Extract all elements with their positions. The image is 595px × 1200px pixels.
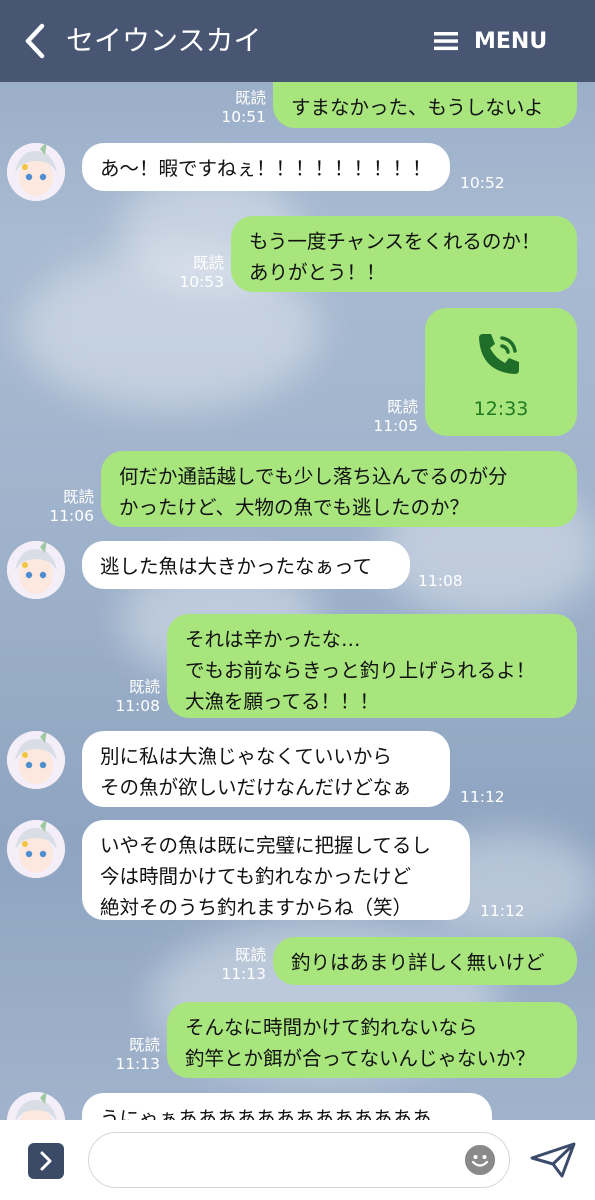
smiley-icon — [465, 1145, 495, 1175]
message-bubble[interactable]: いやその魚は既に完璧に把握してるし 今は時間かけても釣れなかったけど 絶対そのう… — [82, 820, 470, 920]
avatar-icon — [7, 731, 65, 789]
call-duration: 12:33 — [473, 398, 529, 420]
read-receipt: 既読 10:51 — [221, 89, 266, 126]
message-bubble[interactable]: そんなに時間かけて釣れないなら 釣竿とか餌が合ってないんじゃないか？ — [167, 1002, 577, 1078]
menu-button[interactable]: MENU — [432, 22, 572, 60]
read-receipt: 既読 11:13 — [221, 946, 266, 983]
message-bubble[interactable]: 何だか通話越しでも少し落ち込んでるのが分 かったけど、大物の魚でも逃したのか？ — [101, 451, 577, 527]
send-button[interactable] — [528, 1140, 578, 1180]
chevron-right-icon — [40, 1151, 52, 1171]
contact-avatar[interactable] — [7, 731, 65, 789]
chat-title: セイウンスカイ — [66, 24, 262, 57]
message-bubble[interactable]: あ〜！暇ですねぇ！！！！！！！！！ — [82, 143, 450, 191]
contact-avatar[interactable] — [7, 820, 65, 878]
message-bubble[interactable]: 別に私は大漁じゃなくていいから その魚が欲しいだけなんだけどなぁ — [82, 731, 450, 807]
phone-call-icon — [479, 334, 519, 374]
hamburger-menu-icon — [434, 32, 458, 51]
contact-avatar[interactable] — [7, 143, 65, 201]
expand-button[interactable] — [28, 1143, 64, 1179]
read-receipt: 既読 11:13 — [115, 1036, 160, 1073]
contact-avatar[interactable] — [7, 541, 65, 599]
message-bubble[interactable]: それは辛かったな… でもお前ならきっと釣り上げられるよ！ 大漁を願ってる！！！ — [167, 614, 577, 718]
read-receipt: 既読 10:53 — [179, 254, 224, 291]
message-time: 11:08 — [418, 572, 463, 590]
menu-label: MENU — [474, 28, 548, 54]
message-bubble[interactable]: もう一度チャンスをくれるのか！ ありがとう！！ — [231, 216, 577, 292]
avatar-icon — [7, 143, 65, 201]
emoji-button[interactable] — [465, 1145, 495, 1175]
read-receipt: 既読 11:08 — [115, 678, 160, 715]
send-paper-plane-icon — [530, 1142, 576, 1178]
message-composer — [0, 1120, 595, 1200]
avatar-icon — [7, 541, 65, 599]
message-bubble[interactable]: すまなかった、もうしないよ — [273, 82, 577, 128]
avatar-icon — [7, 820, 65, 878]
chat-header: セイウンスカイ MENU — [0, 0, 595, 82]
chevron-left-icon — [25, 23, 45, 59]
read-receipt: 既読 11:06 — [49, 488, 94, 525]
message-time: 11:12 — [460, 788, 505, 806]
message-time: 11:12 — [480, 902, 525, 920]
read-receipt: 既読 11:05 — [373, 398, 418, 435]
call-bubble[interactable]: 12:33 — [425, 308, 577, 436]
message-bubble[interactable]: 逃した魚は大きかったなぁって — [82, 541, 410, 589]
message-input[interactable] — [88, 1132, 510, 1188]
back-button[interactable] — [20, 22, 56, 60]
message-bubble[interactable]: 釣りはあまり詳しく無いけど — [273, 937, 577, 985]
message-time: 10:52 — [460, 174, 505, 192]
